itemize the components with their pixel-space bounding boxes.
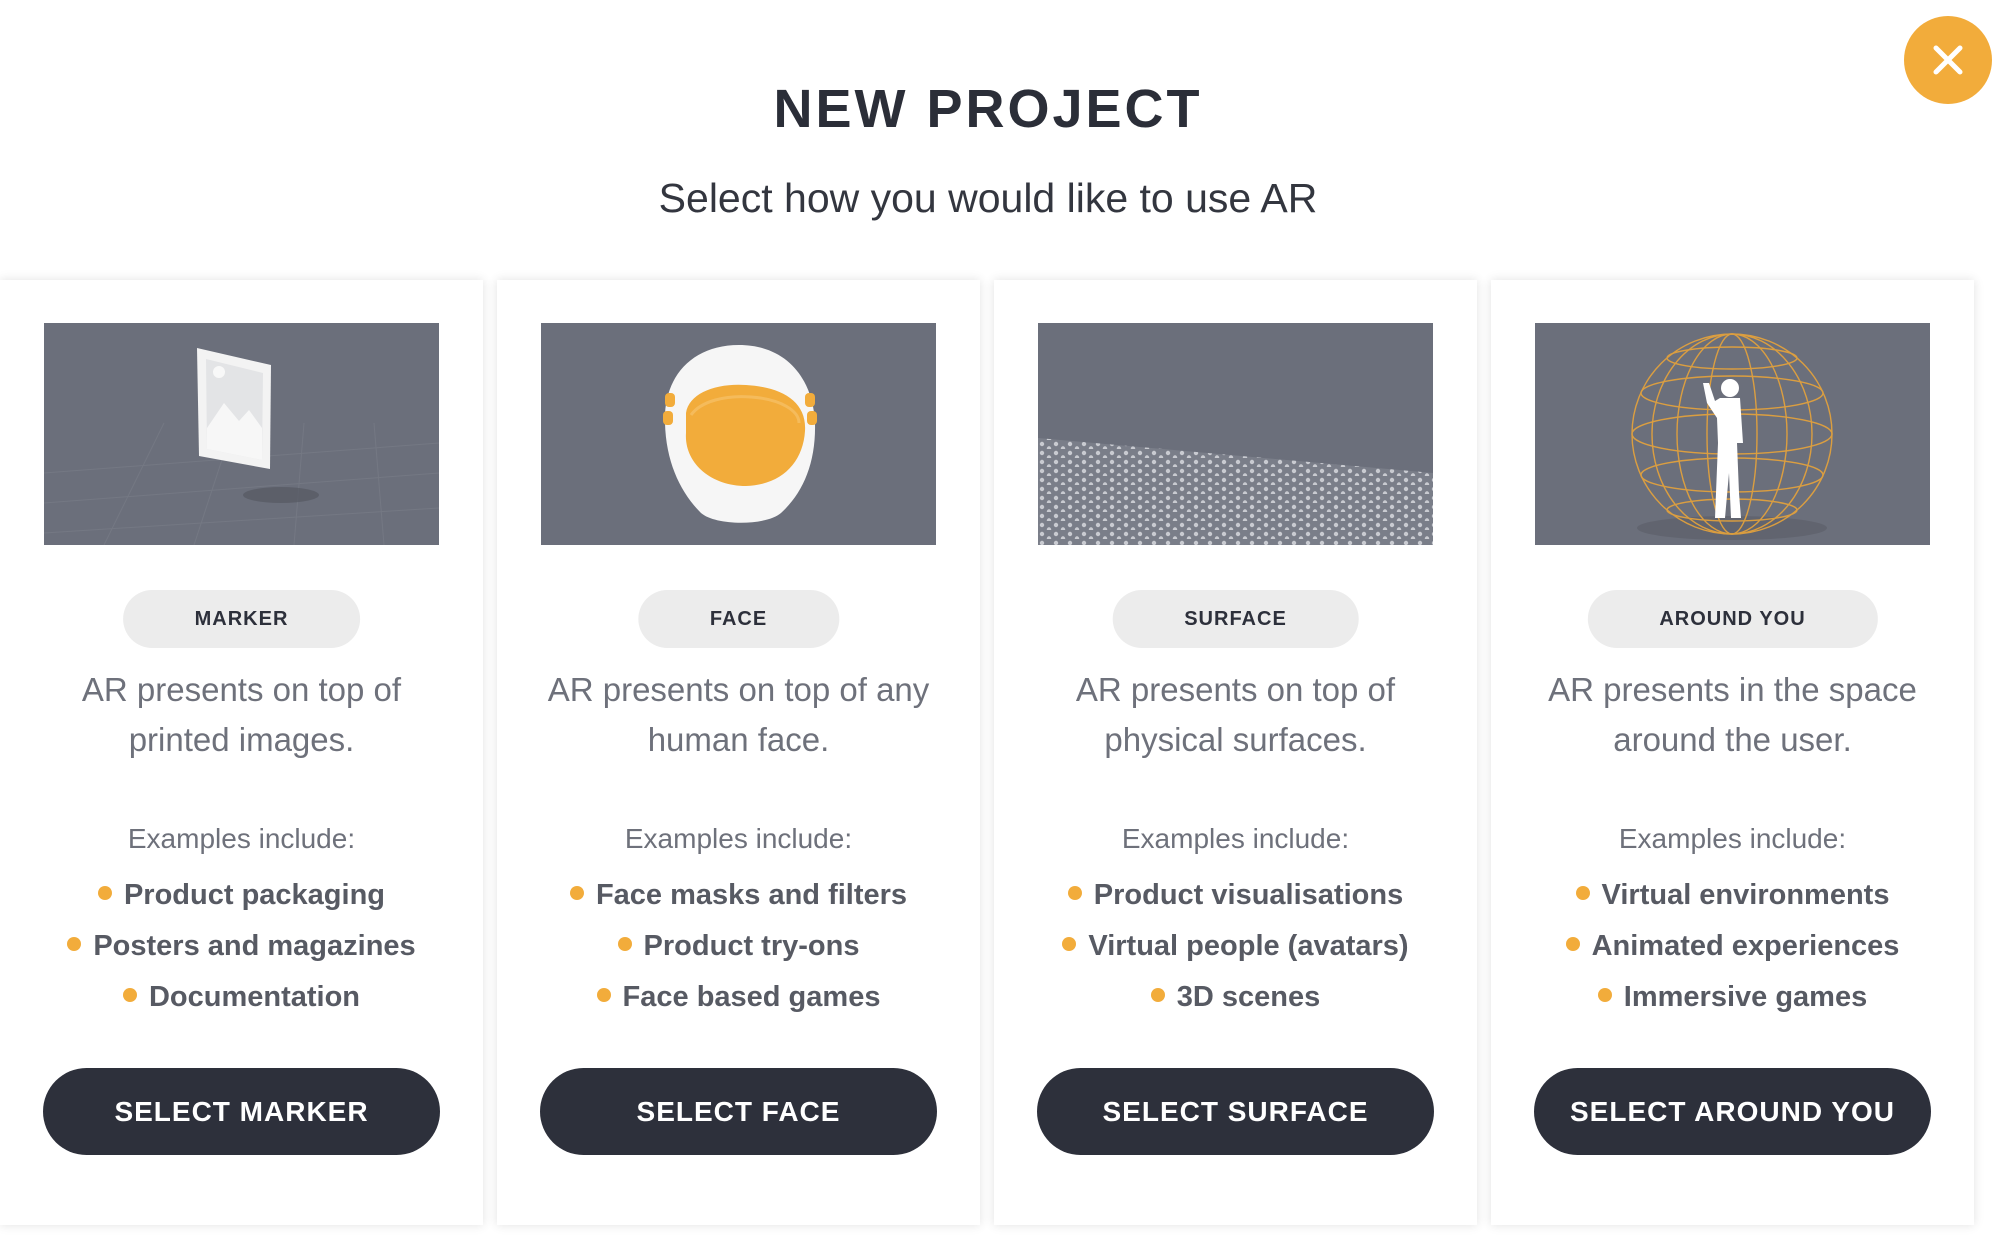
tag-face: FACE	[637, 590, 840, 648]
examples-list: Product visualisations Virtual people (a…	[994, 870, 1477, 1023]
project-type-cards: MARKER AR presents on top of printed ima…	[0, 280, 1976, 1225]
bullet-dot-icon	[1062, 937, 1077, 952]
examples-list: Virtual environments Animated experience…	[1491, 870, 1974, 1023]
new-project-modal: NEW PROJECT Select how you would like to…	[0, 0, 1994, 1246]
card-surface: SURFACE AR presents on top of physical s…	[994, 280, 1477, 1225]
examples-list: Product packaging Posters and magazines …	[0, 870, 483, 1023]
bullet-dot-icon	[617, 937, 632, 952]
list-item: Documentation	[0, 972, 483, 1023]
list-item: Animated experiences	[1491, 921, 1974, 972]
sphere-person-image	[1535, 323, 1930, 545]
list-item: Virtual people (avatars)	[994, 921, 1477, 972]
list-item: Posters and magazines	[0, 921, 483, 972]
select-around-you-button[interactable]: SELECT AROUND YOU	[1534, 1068, 1931, 1155]
card-marker: MARKER AR presents on top of printed ima…	[0, 280, 483, 1225]
bullet-dot-icon	[1565, 937, 1580, 952]
description: AR presents on top of printed images.	[81, 671, 402, 758]
surface-dots-image	[1038, 323, 1433, 545]
description: AR presents on top of any human face.	[547, 671, 930, 758]
close-icon	[1933, 45, 1963, 75]
list-item: 3D scenes	[994, 972, 1477, 1023]
examples-label: Examples include:	[1121, 823, 1350, 854]
tag-surface: SURFACE	[1112, 590, 1359, 648]
bullet-dot-icon	[1597, 988, 1612, 1003]
examples-label: Examples include:	[624, 823, 853, 854]
card-around-you: AROUND YOU AR presents in the space arou…	[1491, 280, 1974, 1225]
description: AR presents on top of physical surfaces.	[1075, 671, 1396, 758]
description: AR presents in the space around the user…	[1548, 671, 1917, 758]
list-item: Product visualisations	[994, 870, 1477, 921]
list-item: Virtual environments	[1491, 870, 1974, 921]
face-helmet-image	[541, 323, 936, 545]
list-item: Face masks and filters	[497, 870, 980, 921]
tag-around-you: AROUND YOU	[1587, 590, 1878, 648]
bullet-dot-icon	[122, 988, 137, 1003]
bullet-dot-icon	[97, 886, 112, 901]
list-item: Product packaging	[0, 870, 483, 921]
bullet-dot-icon	[569, 886, 584, 901]
examples-list: Face masks and filters Product try-ons F…	[497, 870, 980, 1023]
list-item: Immersive games	[1491, 972, 1974, 1023]
list-item: Product try-ons	[497, 921, 980, 972]
select-face-button[interactable]: SELECT FACE	[540, 1068, 937, 1155]
bullet-dot-icon	[1575, 886, 1590, 901]
tag-marker: MARKER	[122, 590, 361, 648]
bullet-dot-icon	[1150, 988, 1165, 1003]
select-surface-button[interactable]: SELECT SURFACE	[1037, 1068, 1434, 1155]
page-subtitle: Select how you would like to use AR	[658, 175, 1318, 221]
bullet-dot-icon	[596, 988, 611, 1003]
bullet-dot-icon	[1067, 886, 1082, 901]
bullet-dot-icon	[67, 937, 82, 952]
examples-label: Examples include:	[127, 823, 356, 854]
list-item: Face based games	[497, 972, 980, 1023]
marker-image	[44, 323, 439, 545]
card-face: FACE AR presents on top of any human fac…	[497, 280, 980, 1225]
page-title: NEW PROJECT	[773, 79, 1203, 139]
examples-label: Examples include:	[1618, 823, 1847, 854]
select-marker-button[interactable]: SELECT MARKER	[43, 1068, 440, 1155]
